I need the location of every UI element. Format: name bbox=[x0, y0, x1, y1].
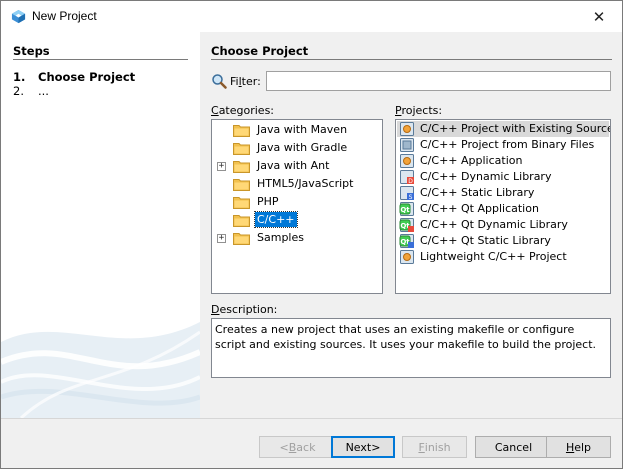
folder-icon bbox=[233, 143, 250, 155]
help-button[interactable]: Help bbox=[546, 436, 611, 458]
projects-list[interactable]: C/C++ Project with Existing Sources C/C++… bbox=[395, 119, 611, 294]
folder-icon bbox=[233, 125, 250, 137]
step-label: ... bbox=[38, 84, 49, 98]
category-item[interactable]: + Samples bbox=[212, 229, 382, 247]
category-item[interactable]: + Java with Ant bbox=[212, 157, 382, 175]
project-item[interactable]: Qt C/C++ Qt Dynamic Library bbox=[397, 217, 609, 233]
page-title: Choose Project bbox=[211, 44, 309, 58]
steps-panel: Steps 1. Choose Project 2.... bbox=[1, 32, 200, 418]
category-label: Java with Ant bbox=[257, 159, 330, 172]
project-item[interactable]: S C/C++ Static Library bbox=[397, 185, 609, 201]
filter-label: Filter: bbox=[230, 75, 261, 88]
step-number: 1. bbox=[13, 70, 26, 84]
new-project-dialog: New Project ✕ Steps 1. Choose Project 2..… bbox=[0, 0, 623, 469]
application-icon bbox=[400, 154, 414, 168]
title-divider bbox=[211, 59, 612, 60]
project-item[interactable]: C/C++ Project from Binary Files bbox=[397, 137, 609, 153]
steps-divider bbox=[13, 59, 188, 60]
category-label: Java with Gradle bbox=[257, 141, 348, 154]
category-label: PHP bbox=[257, 195, 279, 208]
folder-icon bbox=[233, 179, 250, 191]
project-item[interactable]: Qt C/C++ Qt Static Library bbox=[397, 233, 609, 249]
qt-application-icon: Qt bbox=[399, 202, 414, 216]
category-item[interactable]: Java with Gradle bbox=[212, 139, 382, 157]
step-item: 1. Choose Project bbox=[13, 70, 135, 84]
folder-icon bbox=[233, 215, 250, 227]
next-button[interactable]: Next > bbox=[331, 436, 395, 458]
projects-label: Projects: bbox=[395, 104, 443, 117]
existing-sources-icon bbox=[400, 122, 414, 136]
cancel-button[interactable]: Cancel bbox=[475, 436, 552, 458]
folder-icon bbox=[233, 161, 250, 173]
button-bar-divider bbox=[1, 418, 622, 419]
project-label: C/C++ Qt Static Library bbox=[420, 234, 551, 247]
svg-text:D: D bbox=[408, 178, 413, 185]
close-icon: ✕ bbox=[592, 7, 606, 26]
project-item[interactable]: Lightweight C/C++ Project bbox=[397, 249, 609, 265]
category-item[interactable]: PHP bbox=[212, 193, 382, 211]
project-label: C/C++ Application bbox=[420, 154, 523, 167]
category-item[interactable]: HTML5/JavaScript bbox=[212, 175, 382, 193]
binary-project-icon bbox=[400, 138, 414, 152]
project-label: C/C++ Static Library bbox=[420, 186, 535, 199]
title-bar: New Project ✕ bbox=[1, 1, 622, 32]
categories-label: Categories: bbox=[211, 104, 275, 117]
search-icon bbox=[212, 74, 227, 89]
category-label: Samples bbox=[257, 231, 304, 244]
step-item: 2.... bbox=[13, 84, 49, 98]
folder-icon bbox=[233, 197, 250, 209]
netbeans-app-icon bbox=[11, 9, 26, 24]
finish-button[interactable]: Finish bbox=[402, 436, 467, 458]
description-text: Creates a new project that uses an exist… bbox=[211, 318, 611, 378]
expand-icon[interactable]: + bbox=[217, 234, 226, 243]
project-label: C/C++ Project from Binary Files bbox=[420, 138, 595, 151]
category-label: C/C++ bbox=[254, 211, 298, 228]
close-button[interactable]: ✕ bbox=[576, 1, 622, 32]
project-item[interactable]: C/C++ Project with Existing Sources bbox=[397, 121, 611, 137]
category-item[interactable]: C/C++ bbox=[212, 211, 382, 229]
category-label: Java with Maven bbox=[257, 123, 348, 136]
project-label: Lightweight C/C++ Project bbox=[420, 250, 567, 263]
project-label: C/C++ Project with Existing Sources bbox=[420, 122, 611, 135]
project-item[interactable]: C/C++ Application bbox=[397, 153, 609, 169]
description-label: Description: bbox=[211, 303, 278, 316]
project-item[interactable]: Qt C/C++ Qt Application bbox=[397, 201, 609, 217]
step-number: 2. bbox=[13, 84, 24, 98]
svg-text:Qt: Qt bbox=[400, 206, 410, 214]
lightweight-project-icon bbox=[400, 250, 414, 264]
filter-input[interactable] bbox=[266, 71, 611, 91]
steps-title: Steps bbox=[13, 44, 50, 58]
static-library-icon: S bbox=[400, 186, 414, 201]
svg-text:S: S bbox=[409, 194, 413, 201]
qt-dynamic-library-icon: Qt bbox=[399, 218, 414, 232]
project-item[interactable]: D C/C++ Dynamic Library bbox=[397, 169, 609, 185]
step-label: Choose Project bbox=[38, 70, 136, 84]
back-button[interactable]: < Back bbox=[259, 436, 336, 458]
dynamic-library-icon: D bbox=[400, 170, 414, 185]
category-label: HTML5/JavaScript bbox=[257, 177, 354, 190]
category-item[interactable]: Java with Maven bbox=[212, 121, 382, 139]
qt-static-library-icon: Qt bbox=[399, 234, 414, 248]
project-label: C/C++ Qt Application bbox=[420, 202, 539, 215]
project-label: C/C++ Dynamic Library bbox=[420, 170, 552, 183]
folder-icon bbox=[233, 233, 250, 245]
decorative-swoosh bbox=[1, 322, 200, 418]
window-title: New Project bbox=[32, 9, 97, 23]
categories-tree[interactable]: Java with Maven Java with Gradle + Java wit… bbox=[211, 119, 383, 294]
expand-icon[interactable]: + bbox=[217, 162, 226, 171]
project-label: C/C++ Qt Dynamic Library bbox=[420, 218, 568, 231]
